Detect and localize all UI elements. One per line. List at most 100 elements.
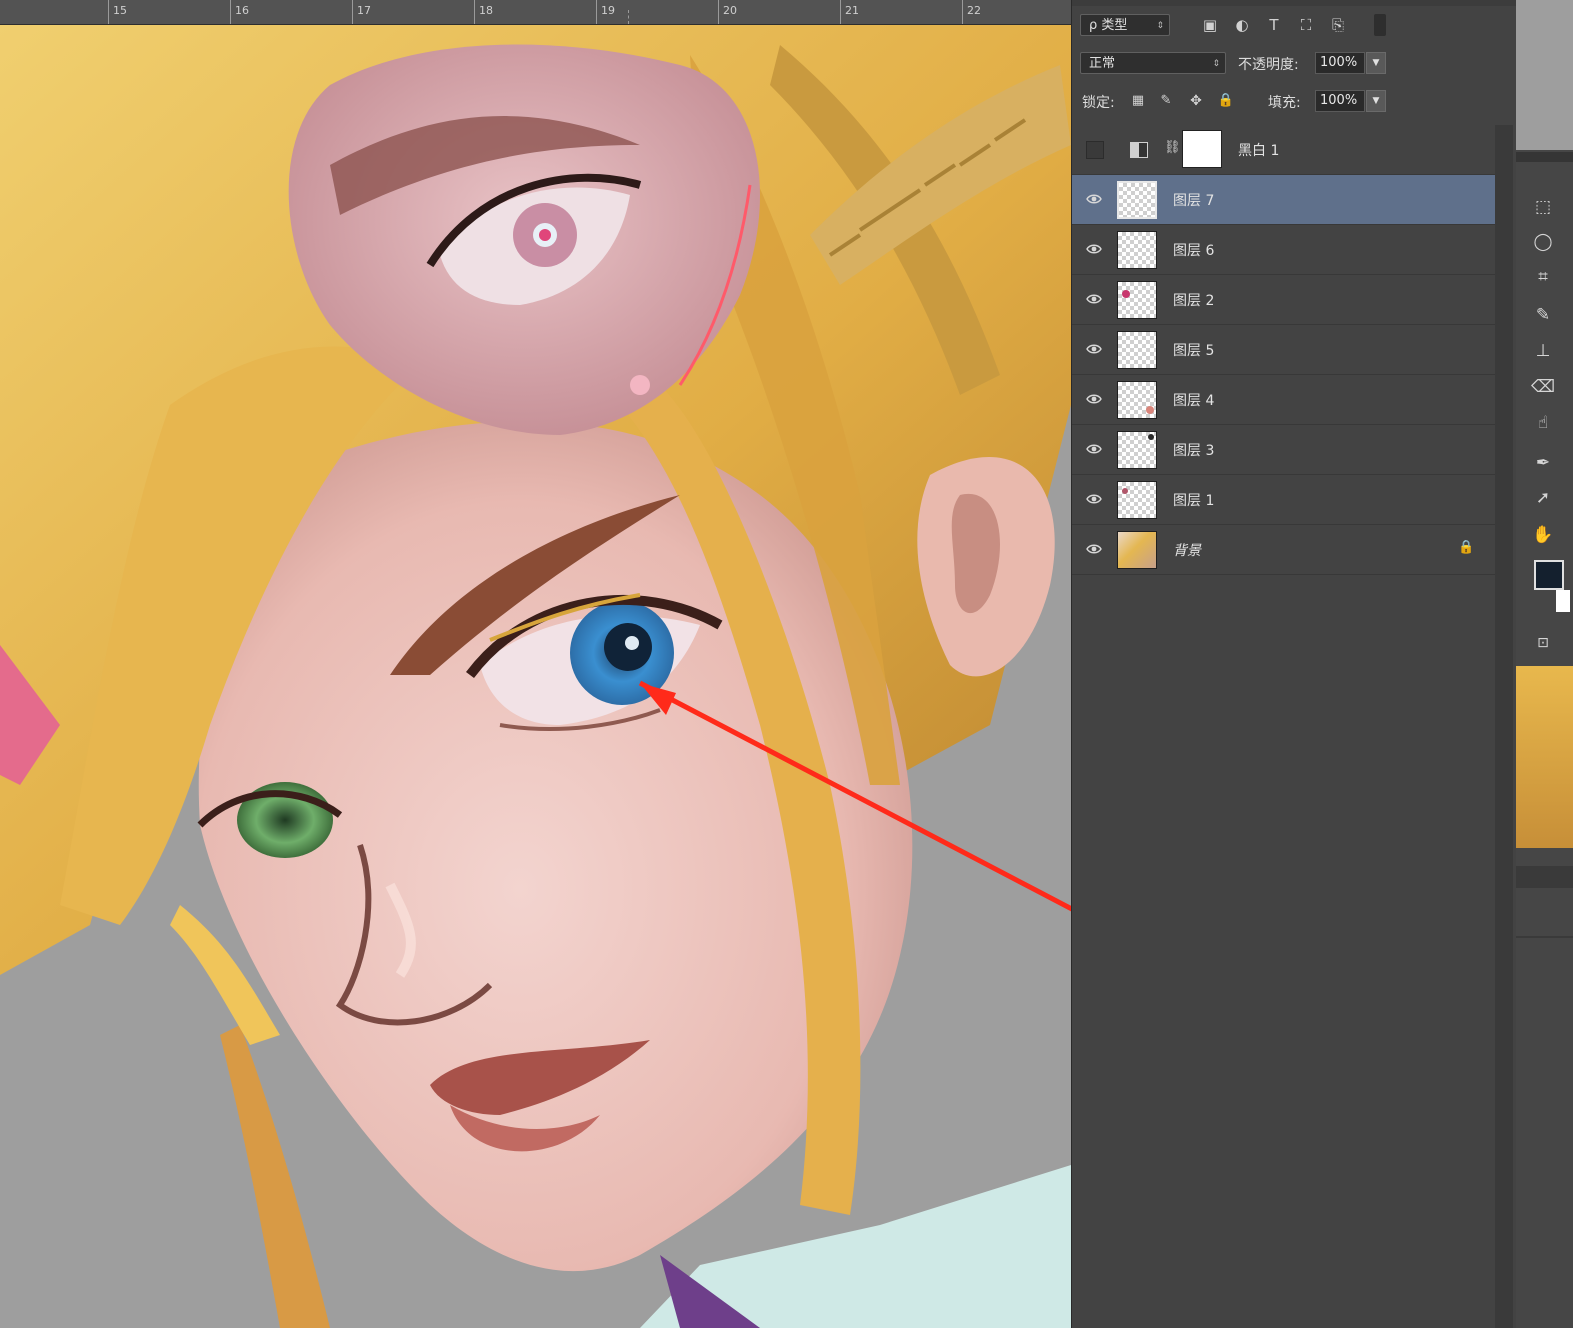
layer-name: 图层 6 <box>1173 243 1215 259</box>
layer-name: 背景 <box>1173 543 1201 559</box>
lock-all-icon[interactable]: 🔒 <box>1216 90 1236 112</box>
blend-mode-value: 正常 <box>1089 56 1116 71</box>
eye-icon[interactable] <box>1086 241 1102 257</box>
layer-name: 图层 1 <box>1173 493 1215 509</box>
adjustment-bw-icon <box>1130 142 1148 158</box>
pen-icon[interactable]: ✒ <box>1530 450 1556 476</box>
smart-object-filter-icon[interactable]: ⎘ <box>1328 14 1348 36</box>
ruler-label: 18 <box>479 4 493 17</box>
ruler-label: 20 <box>723 4 737 17</box>
opacity-label: 不透明度: <box>1238 57 1299 73</box>
ruler-tick <box>840 0 841 24</box>
ruler-label: 17 <box>357 4 371 17</box>
layer-mask-thumbnail[interactable] <box>1182 130 1222 168</box>
layer-name: 黑白 1 <box>1238 143 1280 159</box>
ruler-tick <box>474 0 475 24</box>
layer-thumbnail <box>1117 331 1157 369</box>
lock-image-icon[interactable]: ✎ <box>1156 90 1176 112</box>
quick-mask-icon[interactable]: ⊡ <box>1530 630 1556 656</box>
layer-thumbnail <box>1117 531 1157 569</box>
shape-filter-icon[interactable]: ⛶ <box>1296 14 1316 36</box>
foreground-color-swatch[interactable] <box>1534 560 1564 590</box>
layer-name: 图层 4 <box>1173 393 1215 409</box>
ruler-label: 15 <box>113 4 127 17</box>
fill-label: 填充: <box>1268 95 1301 111</box>
brush-icon[interactable]: ✎ <box>1530 302 1556 328</box>
visibility-toggle-off[interactable] <box>1086 141 1104 159</box>
panel-tabs-bar <box>1072 0 1517 6</box>
filter-toggle-icon[interactable] <box>1374 14 1386 36</box>
ruler-tick <box>108 0 109 24</box>
chevron-down-icon: ⇕ <box>1212 59 1220 69</box>
panel-divider <box>1516 866 1573 888</box>
ruler-label: 16 <box>235 4 249 17</box>
background-color-swatch[interactable] <box>1556 590 1570 612</box>
eye-icon[interactable] <box>1086 341 1102 357</box>
ruler-label: 19 <box>601 4 615 17</box>
ruler-tick <box>352 0 353 24</box>
ruler-tick <box>596 0 597 24</box>
ruler-tick <box>230 0 231 24</box>
eye-icon[interactable] <box>1086 191 1102 207</box>
fill-input[interactable]: 100% <box>1315 90 1365 112</box>
link-chain-icon[interactable]: ⛓ <box>1164 140 1181 155</box>
type-filter-icon[interactable]: T <box>1264 14 1284 36</box>
panel-gap <box>1516 0 1573 150</box>
opacity-slider-button[interactable]: ▼ <box>1366 52 1386 74</box>
lock-position-icon[interactable]: ✥ <box>1186 90 1206 112</box>
document-canvas[interactable] <box>0 25 1071 1328</box>
thumbnail-content <box>1122 290 1130 298</box>
eye-icon[interactable] <box>1086 541 1102 557</box>
thumbnail-content <box>1146 406 1154 414</box>
layer-name: 图层 7 <box>1173 193 1215 209</box>
smudge-icon[interactable]: ☝ <box>1530 410 1556 436</box>
layers-scrollbar[interactable] <box>1495 125 1513 1328</box>
layer-name: 图层 3 <box>1173 443 1215 459</box>
panel-divider <box>1516 936 1573 938</box>
layer-row-3[interactable]: 图层 3 <box>1072 425 1495 475</box>
eye-icon[interactable] <box>1086 441 1102 457</box>
layer-row-5[interactable]: 图层 5 <box>1072 325 1495 375</box>
layer-row-7[interactable]: 图层 7 <box>1072 175 1495 225</box>
adjustment-filter-icon[interactable]: ◐ <box>1232 14 1252 36</box>
fill-slider-button[interactable]: ▼ <box>1366 90 1386 112</box>
layer-row-2[interactable]: 图层 2 <box>1072 275 1495 325</box>
layer-list: ⛓ 黑白 1 图层 7 图层 6 图层 2 图层 5 图层 4 图层 3 图层 … <box>1072 125 1495 585</box>
ruler-cursor-marker <box>628 10 629 24</box>
eye-icon[interactable] <box>1086 491 1102 507</box>
ruler-tick <box>718 0 719 24</box>
layer-row-background[interactable]: 背景 🔒 <box>1072 525 1495 575</box>
hand-icon[interactable]: ✋ <box>1530 522 1556 548</box>
ruler-tick <box>962 0 963 24</box>
thumbnail-content <box>1122 488 1128 494</box>
layer-row-6[interactable]: 图层 6 <box>1072 225 1495 275</box>
layer-thumbnail <box>1117 231 1157 269</box>
stamp-icon[interactable]: ⊥ <box>1530 338 1556 364</box>
horizontal-ruler: 15 16 17 18 19 20 21 22 <box>0 0 1071 25</box>
rect-marquee-icon[interactable]: ⬚ <box>1530 194 1556 220</box>
ruler-label: 22 <box>967 4 981 17</box>
lasso-icon[interactable]: ◯ <box>1530 229 1556 255</box>
navigator-preview <box>1516 666 1573 848</box>
layer-row-4[interactable]: 图层 4 <box>1072 375 1495 425</box>
blend-mode-dropdown[interactable]: 正常 ⇕ <box>1080 52 1226 74</box>
lock-transparent-icon[interactable]: ▦ <box>1128 90 1148 112</box>
layer-name: 图层 2 <box>1173 293 1215 309</box>
pixel-filter-icon[interactable]: ▣ <box>1200 14 1220 36</box>
path-select-icon[interactable]: ➚ <box>1530 485 1556 511</box>
lock-icon: 🔒 <box>1458 540 1475 555</box>
layer-thumbnail <box>1117 431 1157 469</box>
layer-name: 图层 5 <box>1173 343 1215 359</box>
layer-thumbnail <box>1117 181 1157 219</box>
opacity-input[interactable]: 100% <box>1315 52 1365 74</box>
eraser-icon[interactable]: ⌫ <box>1530 374 1556 400</box>
toolbox-panel: ⬚ ◯ ⌗ ✎ ⊥ ⌫ ☝ ✒ ➚ ✋ ⊡ <box>1516 0 1573 1328</box>
eye-icon[interactable] <box>1086 291 1102 307</box>
layer-filter-dropdown[interactable]: ρ 类型 ⇕ <box>1080 14 1170 36</box>
crop-icon[interactable]: ⌗ <box>1530 264 1556 290</box>
eye-icon[interactable] <box>1086 391 1102 407</box>
layer-row-1[interactable]: 图层 1 <box>1072 475 1495 525</box>
ruler-label: 21 <box>845 4 859 17</box>
layer-row-adjustment[interactable]: ⛓ 黑白 1 <box>1072 125 1495 175</box>
layer-filter-value: ρ 类型 <box>1089 18 1128 33</box>
